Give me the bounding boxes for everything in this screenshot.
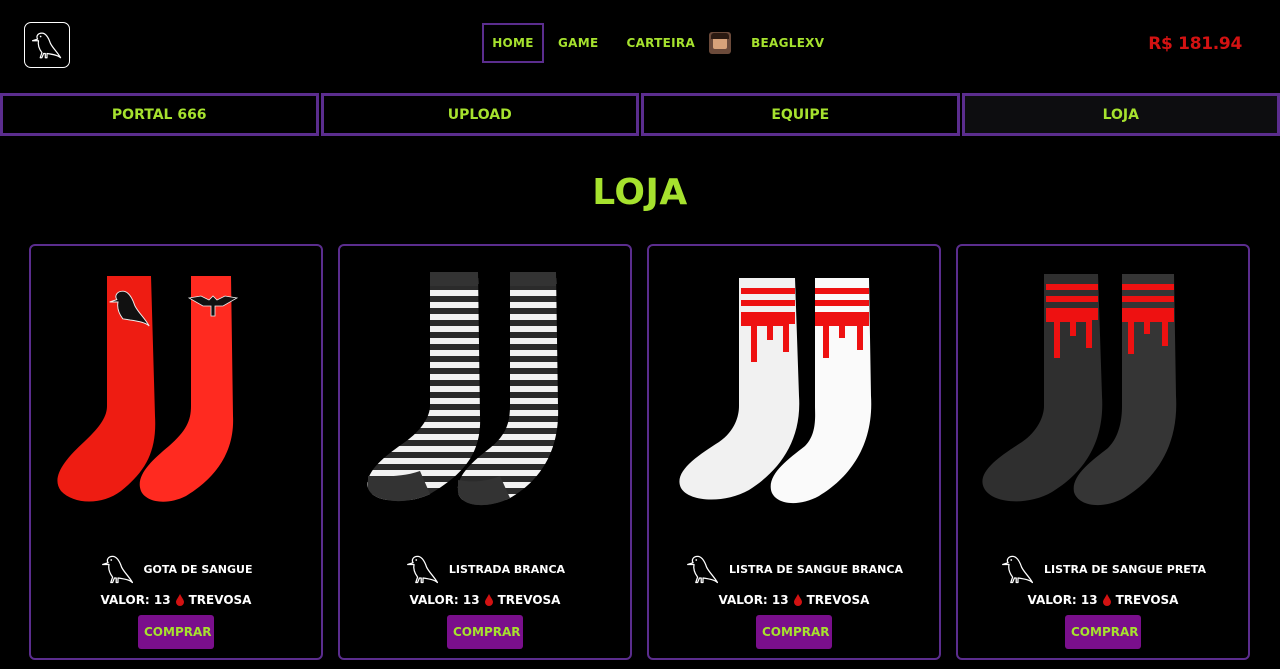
tab-loja[interactable]: LOJA xyxy=(961,93,1280,136)
blood-drop-icon xyxy=(484,594,493,606)
price-label: VALOR: 13 xyxy=(718,593,789,607)
product-price: VALOR: 13 TREVOSA xyxy=(958,593,1248,607)
price-currency: TREVOSA xyxy=(188,593,252,607)
product-name: LISTRA DE SANGUE PRETA xyxy=(1044,562,1206,576)
main-nav: HOME GAME CARTEIRA BEAGLEXV xyxy=(482,23,824,63)
blood-drop-icon xyxy=(793,594,802,606)
blood-drop-icon xyxy=(1102,594,1111,606)
price-currency: TREVOSA xyxy=(1115,593,1179,607)
product-image[interactable] xyxy=(669,266,919,511)
buy-button[interactable]: COMPRAR xyxy=(1065,615,1141,649)
product-price: VALOR: 13 TREVOSA xyxy=(649,593,939,607)
blood-drop-icon xyxy=(175,594,184,606)
crow-icon xyxy=(685,550,721,588)
product-price: VALOR: 13 TREVOSA xyxy=(340,593,630,607)
product-card: LISTRA DE SANGUE PRETA VALOR: 13 TREVOSA… xyxy=(956,244,1250,660)
section-tabs: PORTAL 666 UPLOAD EQUIPE LOJA xyxy=(0,93,1280,136)
user-avatar[interactable] xyxy=(709,32,732,54)
price-currency: TREVOSA xyxy=(497,593,561,607)
tab-portal[interactable]: PORTAL 666 xyxy=(0,93,319,136)
product-name: GOTA DE SANGUE xyxy=(143,562,253,576)
nav-user-link[interactable]: BEAGLEXV xyxy=(751,23,824,63)
price-label: VALOR: 13 xyxy=(1027,593,1098,607)
price-label: VALOR: 13 xyxy=(100,593,171,607)
crow-icon xyxy=(1000,550,1036,588)
buy-button[interactable]: COMPRAR xyxy=(756,615,832,649)
tab-equipe[interactable]: EQUIPE xyxy=(641,93,960,136)
crow-icon xyxy=(100,550,136,588)
product-card: LISTRA DE SANGUE BRANCA VALOR: 13 TREVOS… xyxy=(647,244,941,660)
nav-wallet-link[interactable]: CARTEIRA xyxy=(626,23,695,63)
top-bar: HOME GAME CARTEIRA BEAGLEXV R$ 181.94 xyxy=(0,0,1280,92)
tab-upload[interactable]: UPLOAD xyxy=(320,93,639,136)
nav-game-link[interactable]: GAME xyxy=(558,23,598,63)
price-label: VALOR: 13 xyxy=(409,593,480,607)
buy-button[interactable]: COMPRAR xyxy=(138,615,214,649)
buy-button[interactable]: COMPRAR xyxy=(447,615,523,649)
product-name: LISTRADA BRANCA xyxy=(448,562,566,576)
product-price: VALOR: 13 TREVOSA xyxy=(31,593,321,607)
crow-logo-icon[interactable] xyxy=(24,22,70,68)
product-image[interactable] xyxy=(360,266,610,511)
product-grid: GOTA DE SANGUE VALOR: 13 TREVOSA COMPRAR xyxy=(29,244,1250,660)
product-card: LISTRADA BRANCA VALOR: 13 TREVOSA COMPRA… xyxy=(338,244,632,660)
product-image[interactable] xyxy=(51,266,301,511)
nav-home-link[interactable]: HOME xyxy=(482,23,544,63)
product-image[interactable] xyxy=(978,266,1228,511)
crow-icon xyxy=(405,550,441,588)
page-title: LOJA xyxy=(592,172,688,213)
product-name: LISTRA DE SANGUE BRANCA xyxy=(729,562,903,576)
product-card: GOTA DE SANGUE VALOR: 13 TREVOSA COMPRAR xyxy=(29,244,323,660)
price-currency: TREVOSA xyxy=(806,593,870,607)
wallet-balance: R$ 181.94 xyxy=(1148,34,1242,54)
